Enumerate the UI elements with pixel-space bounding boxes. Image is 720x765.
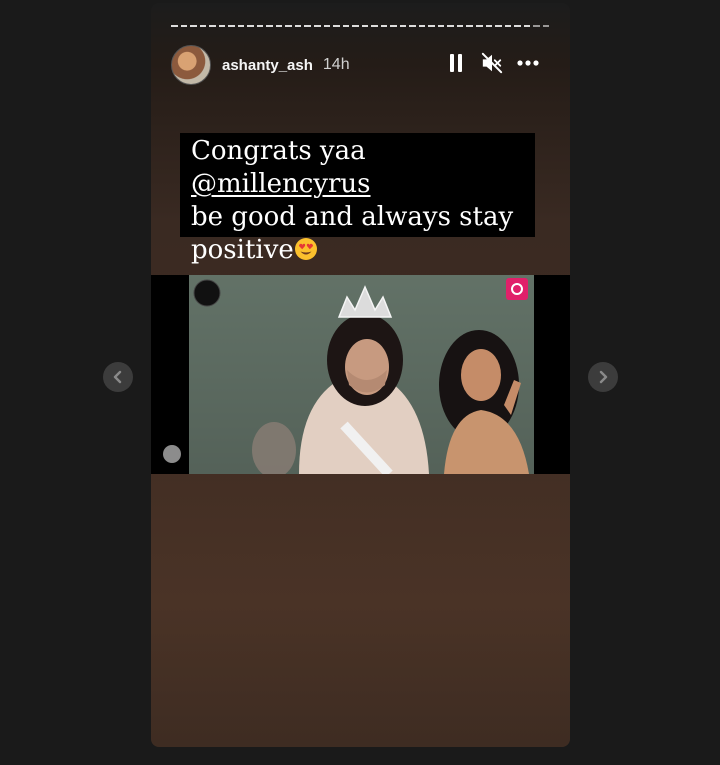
progress-segment	[266, 25, 273, 27]
progress-segment	[304, 25, 311, 27]
progress-segment	[418, 25, 426, 27]
story-progress-bar	[171, 25, 550, 27]
video-indicator-dot	[163, 445, 181, 463]
progress-segment	[466, 25, 473, 27]
pause-button[interactable]	[445, 51, 467, 75]
channel-badge-icon	[506, 278, 528, 300]
mention-link[interactable]: @millencyrus	[191, 169, 371, 199]
chevron-right-icon	[599, 370, 608, 384]
progress-segment	[495, 25, 502, 27]
story-controls	[445, 51, 539, 75]
progress-segment	[399, 25, 407, 27]
progress-segment	[247, 25, 254, 27]
mute-button[interactable]	[481, 51, 503, 75]
progress-segment	[361, 25, 369, 27]
story-header: ashanty_ash 14h	[171, 43, 551, 87]
next-story-button[interactable]	[588, 362, 618, 392]
progress-segment	[342, 25, 350, 27]
progress-segment	[428, 25, 435, 27]
more-options-button[interactable]	[517, 51, 539, 75]
progress-segment	[228, 25, 235, 27]
progress-segment	[447, 25, 454, 27]
previous-story-button[interactable]	[103, 362, 133, 392]
video-frame	[189, 275, 534, 474]
chevron-left-icon	[113, 370, 122, 384]
progress-segment	[523, 25, 531, 27]
video-scene-image	[189, 275, 534, 474]
progress-segment	[285, 25, 292, 27]
progress-segment	[352, 25, 359, 27]
progress-segment	[380, 25, 388, 27]
progress-segment	[199, 25, 207, 27]
caption-line3: positive	[191, 235, 294, 265]
story-card[interactable]: ashanty_ash 14h Congrats yaa @millencyru…	[151, 3, 570, 747]
caption-line2: be good and always stay	[191, 202, 514, 232]
progress-segment	[504, 25, 512, 27]
progress-segment	[294, 25, 302, 27]
progress-segment	[180, 25, 188, 27]
avatar[interactable]	[171, 45, 211, 85]
progress-segment	[313, 25, 321, 27]
pause-icon	[450, 54, 462, 72]
story-viewer: ashanty_ash 14h Congrats yaa @millencyru…	[0, 0, 720, 765]
progress-segment	[456, 25, 464, 27]
caption-line1: Congrats yaa	[191, 136, 366, 166]
progress-segment	[542, 25, 550, 27]
story-video[interactable]	[151, 275, 570, 474]
progress-segment	[171, 25, 178, 27]
progress-segment	[390, 25, 397, 27]
post-time: 14h	[322, 56, 350, 73]
progress-segment	[476, 25, 483, 27]
muted-speaker-icon	[481, 52, 503, 74]
progress-segment	[409, 25, 416, 27]
progress-segment	[371, 25, 378, 27]
progress-segment	[437, 25, 445, 27]
progress-segment	[323, 25, 331, 27]
heart-eyes-emoji-icon	[294, 238, 317, 260]
story-caption: Congrats yaa @millencyrus be good and al…	[180, 133, 535, 265]
username[interactable]: ashanty_ash	[222, 57, 313, 74]
progress-segment	[333, 25, 340, 27]
progress-segment	[209, 25, 216, 27]
more-options-icon	[517, 60, 539, 66]
progress-segment	[218, 25, 226, 27]
progress-segment	[256, 25, 264, 27]
progress-segment	[514, 25, 521, 27]
progress-segment	[485, 25, 493, 27]
progress-segment	[533, 25, 540, 27]
progress-segment	[237, 25, 245, 27]
progress-segment	[190, 25, 197, 27]
progress-segment	[275, 25, 283, 27]
